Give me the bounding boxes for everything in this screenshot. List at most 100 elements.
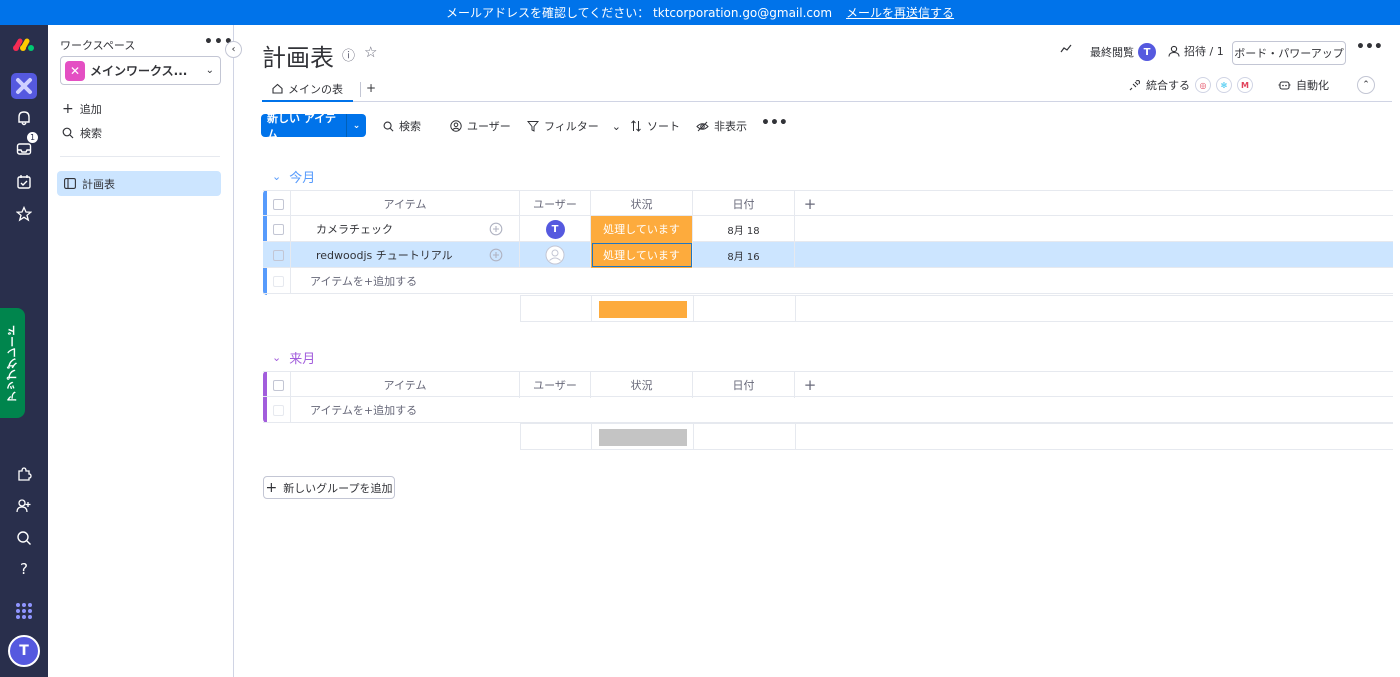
plus-icon: +	[62, 101, 74, 117]
sidebar-item-board[interactable]: 計画表	[57, 171, 221, 196]
summary-status-cell[interactable]	[592, 296, 694, 322]
group-header-this-month[interactable]: ⌄ 今月	[272, 167, 315, 186]
workspace-sidebar: ワークスペース ••• ✕ メインワークス... ⌄ + 追加 検索 計画表	[48, 25, 234, 677]
summary-date-cell	[694, 424, 796, 450]
column-header-user[interactable]: ユーザー	[520, 191, 591, 217]
add-group-button[interactable]: + 新しいグループを追加	[263, 476, 395, 499]
add-item-input[interactable]: アイテムを+追加する	[291, 397, 1393, 423]
invite-members-icon[interactable]	[12, 494, 36, 518]
toolbar-more-icon[interactable]: •••	[761, 115, 788, 131]
toolbar-sort-button[interactable]: ソート	[630, 118, 680, 134]
sidebar-divider	[60, 156, 220, 157]
status-cell[interactable]: 処理しています	[591, 242, 693, 268]
column-header-item[interactable]: アイテム	[291, 191, 520, 217]
activity-chart-icon[interactable]	[1060, 43, 1072, 53]
column-header-date[interactable]: 日付	[693, 372, 795, 398]
row-checkbox[interactable]	[267, 242, 291, 268]
date-cell[interactable]: 8月 18	[693, 216, 795, 242]
status-cell[interactable]: 処理しています	[591, 216, 693, 242]
column-header-status[interactable]: 状況	[591, 372, 693, 398]
add-update-icon[interactable]	[473, 242, 520, 268]
integrate-button[interactable]: 統合する ◎ ✻ M	[1129, 77, 1253, 93]
apps-puzzle-icon[interactable]	[12, 462, 36, 486]
item-name[interactable]: redwoodjs チュートリアル	[291, 242, 473, 268]
more-options-icon[interactable]: •••	[1356, 39, 1383, 55]
group-header-next-month[interactable]: ⌄ 来月	[272, 348, 315, 367]
filter-funnel-icon	[527, 121, 539, 132]
favorite-star-icon[interactable]: ☆	[364, 43, 377, 61]
add-item-input[interactable]: アイテムを+追加する	[291, 268, 1393, 294]
add-update-icon[interactable]	[473, 216, 520, 242]
board-icon	[64, 178, 76, 189]
monday-logo-icon[interactable]	[12, 33, 36, 57]
user-cell[interactable]	[520, 242, 591, 268]
info-icon[interactable]: ⓘ	[342, 45, 355, 64]
user-avatar[interactable]: T	[8, 635, 40, 667]
table-row[interactable]: redwoodjs チュートリアル 処理しています 8月 16	[263, 242, 1393, 268]
favorites-star-icon[interactable]	[12, 202, 36, 226]
date-cell[interactable]: 8月 16	[693, 242, 795, 268]
integration-app-icon: ◎	[1195, 77, 1211, 93]
add-column-button[interactable]: +	[795, 372, 825, 398]
automate-button[interactable]: 自動化	[1278, 77, 1329, 93]
row-checkbox[interactable]	[267, 216, 291, 242]
chevron-down-icon[interactable]: ⌄	[272, 351, 281, 364]
resend-email-link[interactable]: メールを再送信する	[846, 4, 954, 21]
gmail-icon: M	[1237, 77, 1253, 93]
column-header-status[interactable]: 状況	[591, 191, 693, 217]
item-name[interactable]: カメラチェック	[291, 216, 473, 242]
toolbar-filter-button[interactable]: フィルター ⌄	[527, 118, 621, 134]
add-item-checkbox	[267, 397, 291, 423]
select-all-checkbox[interactable]	[267, 372, 291, 398]
user-cell[interactable]: T	[520, 216, 591, 242]
summary-row	[520, 295, 1393, 322]
invite-button[interactable]: 招待 / 1	[1168, 43, 1224, 59]
help-question-icon[interactable]: ?	[12, 557, 36, 581]
tab-main-table[interactable]: メインの表	[262, 77, 353, 102]
upgrade-button[interactable]: アップグレード	[0, 308, 25, 418]
table-row[interactable]: カメラチェック T 処理しています 8月 18	[263, 216, 1393, 242]
chevron-down-icon[interactable]: ⌄	[346, 114, 366, 137]
chevron-down-icon[interactable]: ⌄	[612, 120, 621, 133]
toolbar-search-button[interactable]: 検索	[383, 118, 421, 134]
last-seen-button[interactable]: 最終閲覧 T	[1090, 43, 1156, 61]
column-header-item[interactable]: アイテム	[291, 372, 520, 398]
upgrade-label: アップグレード	[5, 324, 19, 402]
add-view-button[interactable]: +	[366, 81, 376, 95]
new-item-button[interactable]: 新しい アイテム ⌄	[261, 112, 366, 141]
add-item-row: アイテムを+追加する	[263, 397, 1393, 423]
toolbar-search-label: 検索	[399, 120, 421, 133]
toolbar-sort-label: ソート	[647, 120, 680, 133]
banner-message: メールアドレスを確認してください： tktcorporation.go@gmai…	[445, 6, 833, 20]
workspace-app-icon[interactable]	[11, 73, 37, 99]
select-all-checkbox[interactable]	[267, 191, 291, 217]
automate-label: 自動化	[1296, 79, 1329, 92]
search-button[interactable]: 検索	[62, 125, 102, 141]
column-header-user[interactable]: ユーザー	[520, 372, 591, 398]
summary-status-cell[interactable]	[592, 424, 694, 450]
notifications-bell-icon[interactable]	[12, 106, 36, 130]
workspace-selector[interactable]: ✕ メインワークス... ⌄	[60, 56, 221, 85]
toolbar-hide-button[interactable]: 非表示	[696, 118, 747, 134]
robot-icon	[1278, 80, 1291, 90]
sort-arrows-icon	[631, 120, 641, 132]
search-icon	[62, 127, 74, 139]
product-switcher-grid-icon[interactable]	[12, 599, 36, 623]
group-title[interactable]: 来月	[289, 348, 315, 367]
column-header-date[interactable]: 日付	[693, 191, 795, 217]
add-column-button[interactable]: +	[795, 191, 825, 217]
add-button[interactable]: + 追加	[62, 101, 102, 117]
table-header-row: アイテム ユーザー 状況 日付 +	[263, 371, 1393, 398]
chevron-down-icon[interactable]: ⌄	[272, 170, 281, 183]
page-title[interactable]: 計画表	[262, 38, 334, 73]
toolbar-user-button[interactable]: ユーザー	[450, 118, 511, 134]
inbox-icon[interactable]: 1	[12, 131, 39, 161]
add-group-label: 新しいグループを追加	[283, 481, 393, 495]
chevron-down-icon: ⌄	[205, 65, 214, 76]
person-icon	[1168, 45, 1180, 57]
my-work-icon[interactable]	[12, 170, 36, 194]
collapse-header-button[interactable]: ⌃	[1357, 76, 1375, 94]
group-title[interactable]: 今月	[289, 167, 315, 186]
board-powerup-button[interactable]: ボード・パワーアップ	[1232, 41, 1346, 65]
search-icon[interactable]	[12, 526, 36, 550]
